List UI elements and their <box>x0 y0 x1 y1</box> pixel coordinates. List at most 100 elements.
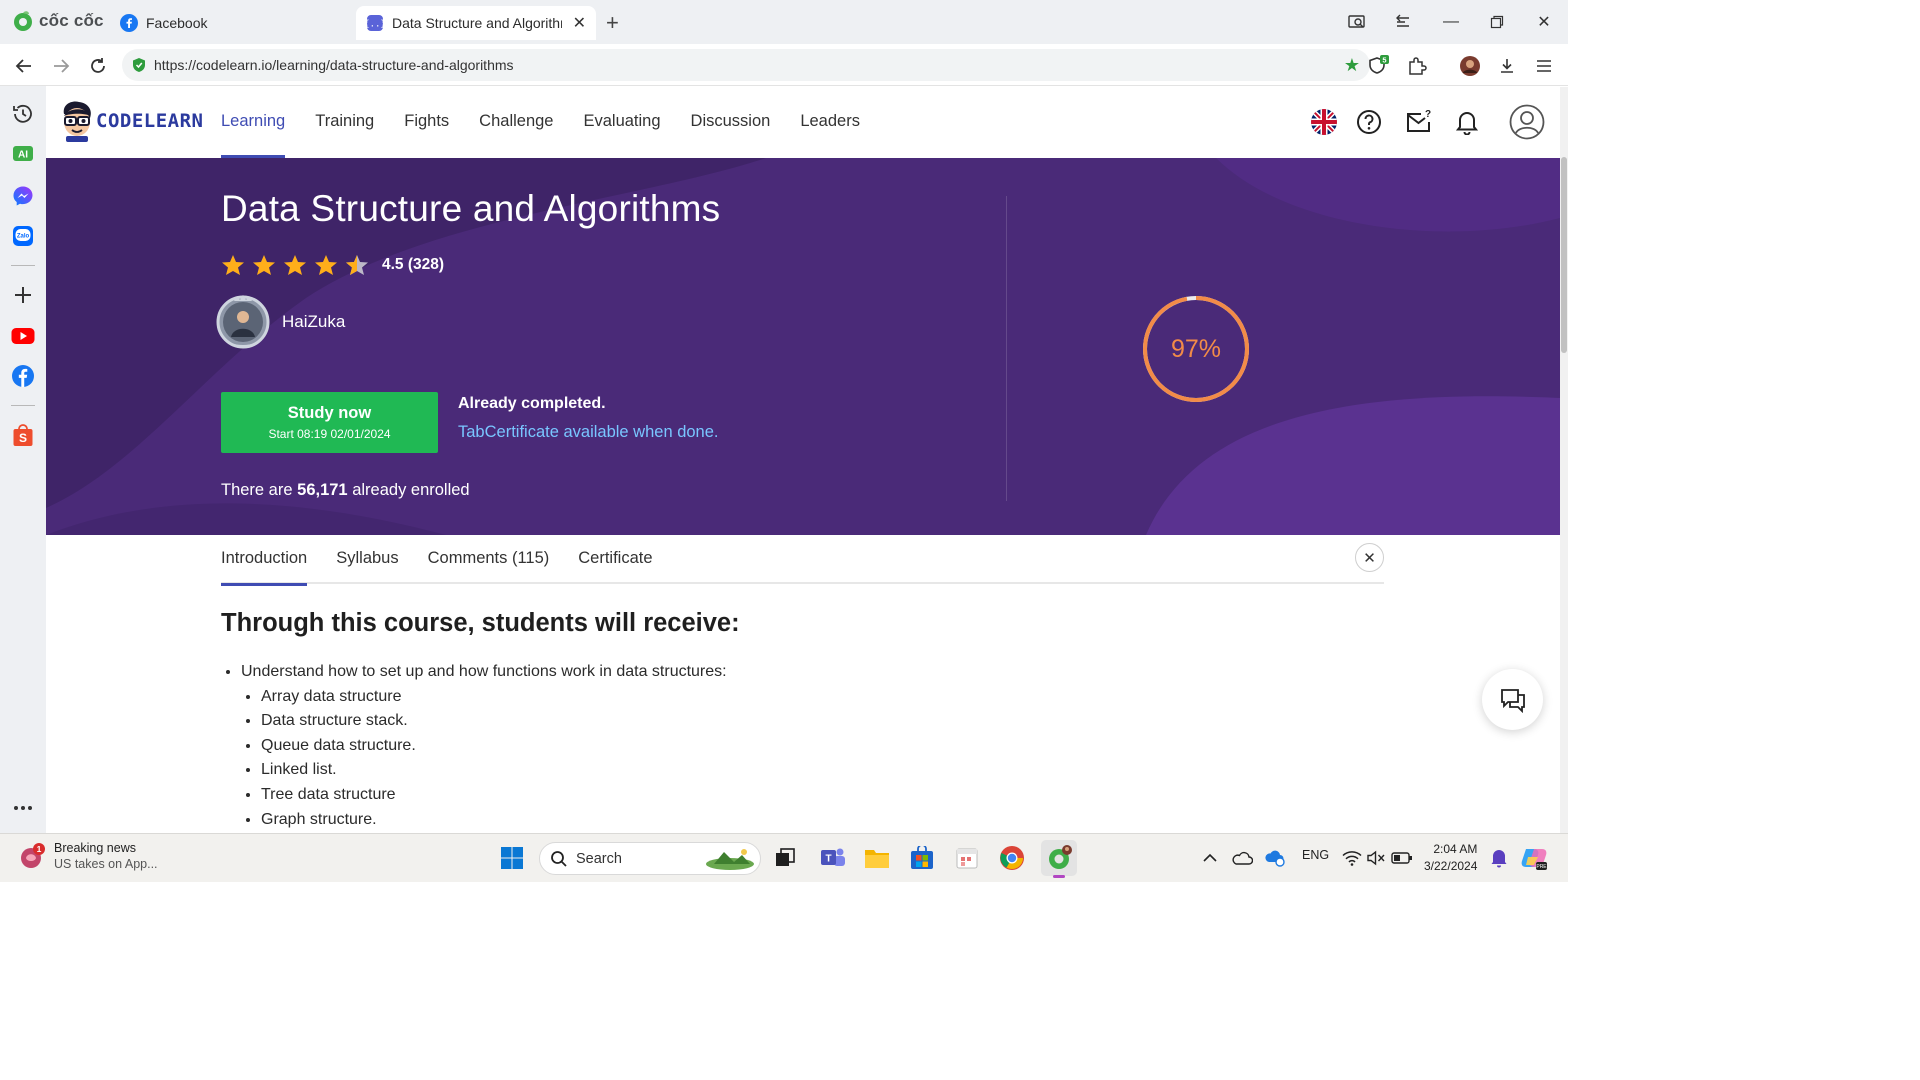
close-icon[interactable]: ✕ <box>1355 543 1384 572</box>
coccoc-logo[interactable]: cốc cốc <box>12 10 104 32</box>
file-explorer-icon[interactable] <box>863 844 891 872</box>
user-avatar-icon[interactable] <box>1508 103 1546 141</box>
author[interactable]: HaiZuka <box>214 293 345 351</box>
page-scrollbar[interactable] <box>1560 87 1568 833</box>
add-sidebar-app-icon[interactable] <box>11 283 35 307</box>
svg-text:AI: AI <box>18 150 28 161</box>
list-item: Tree data structure <box>261 783 727 808</box>
uk-flag-icon[interactable] <box>1309 107 1339 137</box>
completion-status: Already completed. <box>458 395 606 412</box>
browser-toolbar: https://codelearn.io/learning/data-struc… <box>0 44 1568 86</box>
volume-muted-icon[interactable] <box>1362 844 1390 872</box>
download-icon[interactable] <box>1495 54 1519 78</box>
new-tab-button[interactable]: + <box>606 10 619 36</box>
sub-list: Array data structure Data structure stac… <box>241 685 727 833</box>
certificate-link[interactable]: TabCertificate available when done. <box>458 423 719 442</box>
chrome-icon[interactable] <box>998 844 1026 872</box>
menu-icon[interactable] <box>1532 54 1556 78</box>
svg-text:1: 1 <box>37 844 42 854</box>
clock-date: 3/22/2024 <box>1424 859 1478 873</box>
microsoft-store-icon[interactable] <box>908 844 936 872</box>
youtube-icon[interactable] <box>11 324 35 348</box>
ai-assistant-icon[interactable]: AI <box>11 143 35 167</box>
facebook-sidebar-icon[interactable] <box>11 364 35 388</box>
notification-center-icon[interactable] <box>1485 844 1513 872</box>
svg-text:5: 5 <box>1382 56 1386 65</box>
forward-icon[interactable] <box>49 54 73 78</box>
hero-divider <box>1006 196 1007 501</box>
restore-icon[interactable] <box>1482 10 1512 34</box>
clock[interactable]: 2:04 AM 3/22/2024 <box>1424 841 1477 875</box>
minimize-icon[interactable]: — <box>1436 10 1466 34</box>
help-icon[interactable] <box>1354 107 1384 137</box>
tab-introduction[interactable]: Introduction <box>221 535 308 586</box>
history-icon[interactable] <box>11 102 35 126</box>
reload-icon[interactable] <box>86 54 110 78</box>
search-icon <box>551 850 567 867</box>
profile-avatar[interactable] <box>1458 54 1482 78</box>
list-item: Queue data structure. <box>261 734 727 759</box>
facebook-icon <box>120 14 138 32</box>
codelearn-logo[interactable]: CODELEARN <box>60 100 203 142</box>
secure-shield-icon <box>133 58 145 72</box>
chat-icon <box>1500 688 1525 713</box>
nav-learning[interactable]: Learning <box>221 87 286 158</box>
list-item: Array data structure <box>261 685 727 710</box>
progress-ring: 97% <box>1141 294 1251 404</box>
url-text: https://codelearn.io/learning/data-struc… <box>154 57 514 73</box>
nav-leaders[interactable]: Leaders <box>800 87 860 158</box>
browser-sidebar: AI Zalo S <box>0 86 46 833</box>
sync-cloud-icon[interactable] <box>1261 844 1289 872</box>
tab-close-icon[interactable]: ✕ <box>573 13 586 33</box>
news-widget[interactable]: 1 Breaking news US takes on App... <box>18 841 158 871</box>
chat-button[interactable] <box>1482 669 1543 730</box>
copilot-icon[interactable]: PRE <box>1520 844 1548 872</box>
bookmark-star-icon[interactable]: ★ <box>1344 55 1360 76</box>
svg-text:?: ? <box>1425 109 1431 120</box>
taskbar-search[interactable]: Search <box>539 842 761 875</box>
tab-syllabus[interactable]: Syllabus <box>336 535 398 584</box>
course-tabs: Introduction Syllabus Comments (115) Cer… <box>221 535 1384 586</box>
web-page: CODELEARN Learning Training Fights Chall… <box>46 87 1560 833</box>
windows-start-icon[interactable] <box>498 844 526 872</box>
input-language[interactable]: ENG <box>1302 848 1329 862</box>
codelearn-mascot-icon <box>63 101 91 142</box>
extensions-puzzle-icon[interactable] <box>1405 54 1429 78</box>
shopee-icon[interactable]: S <box>11 423 35 447</box>
notification-bell-icon[interactable] <box>1452 107 1482 137</box>
nav-challenge[interactable]: Challenge <box>479 87 553 158</box>
nav-evaluating[interactable]: Evaluating <box>583 87 660 158</box>
nav-training[interactable]: Training <box>315 87 374 158</box>
messenger-icon[interactable] <box>11 184 35 208</box>
tab-list-icon[interactable] <box>1389 10 1419 34</box>
more-icon[interactable] <box>11 796 35 820</box>
scrollbar-thumb[interactable] <box>1561 157 1567 353</box>
task-view-icon[interactable] <box>771 844 799 872</box>
study-now-button[interactable]: Study now Start 08:19 02/01/2024 <box>221 392 438 453</box>
tab-facebook[interactable]: Facebook <box>110 6 350 40</box>
window-close-icon[interactable]: ✕ <box>1529 10 1559 34</box>
tab-comments[interactable]: Comments (115) <box>428 535 550 584</box>
chevron-up-icon[interactable] <box>1196 844 1224 872</box>
adblock-extension-icon[interactable]: 5 <box>1366 54 1390 78</box>
nav-fights[interactable]: Fights <box>404 87 449 158</box>
nav-discussion[interactable]: Discussion <box>691 87 771 158</box>
back-icon[interactable] <box>12 54 36 78</box>
search-highlight-icon <box>706 848 754 870</box>
list-item: Graph structure. <box>261 808 727 833</box>
tab-codelearn[interactable]: {..} Data Structure and Algorithm ✕ <box>356 6 596 40</box>
battery-icon[interactable] <box>1388 844 1416 872</box>
address-bar[interactable]: https://codelearn.io/learning/data-struc… <box>122 49 1370 81</box>
mail-icon[interactable]: ? <box>1404 107 1434 137</box>
calendar-app-icon[interactable] <box>953 844 981 872</box>
coccoc-taskbar-icon[interactable] <box>1041 840 1077 878</box>
study-button-label: Study now <box>287 404 372 422</box>
teams-icon[interactable]: T <box>819 844 847 872</box>
star-icon <box>222 255 244 275</box>
screen-capture-icon[interactable] <box>1342 10 1372 34</box>
svg-text:S: S <box>19 431 27 445</box>
zalo-icon[interactable]: Zalo <box>11 224 35 248</box>
onedrive-icon[interactable] <box>1228 844 1256 872</box>
browser-tab-bar: cốc cốc Facebook {..} Data Structure and… <box>0 0 1568 44</box>
tab-certificate[interactable]: Certificate <box>578 535 652 584</box>
